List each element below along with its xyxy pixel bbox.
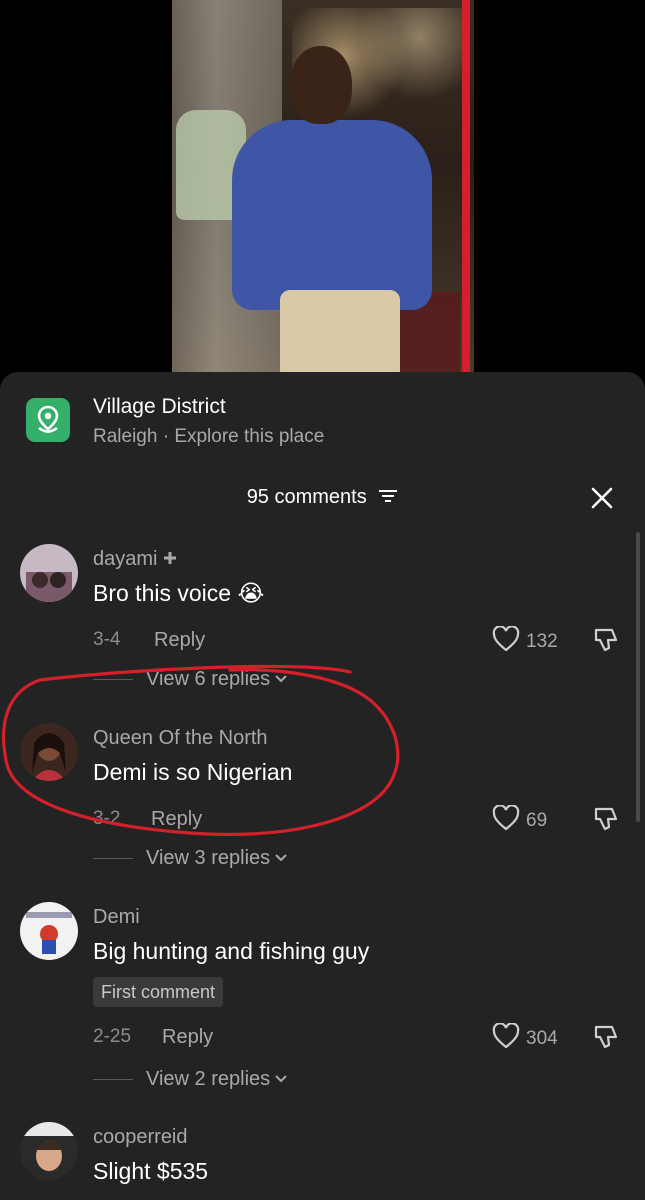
comment-username: cooperreid bbox=[93, 1126, 188, 1148]
chevron-down-icon bbox=[274, 850, 288, 868]
comment-username: Queen Of the North bbox=[93, 727, 268, 749]
reply-button[interactable]: Reply bbox=[151, 806, 202, 832]
like-button[interactable]: 132 bbox=[492, 625, 558, 657]
comment-username: Demi bbox=[93, 906, 140, 928]
view-replies-label: View 6 replies bbox=[146, 668, 271, 690]
video-person-head bbox=[290, 46, 352, 124]
filter-icon[interactable] bbox=[378, 483, 398, 513]
comment-username: dayami bbox=[93, 548, 158, 570]
view-replies-button[interactable]: View 3 replies bbox=[93, 847, 288, 870]
comment-text: Bro this voice 😭 bbox=[93, 580, 265, 606]
comment-date: 3-2 bbox=[93, 808, 121, 829]
comment-text: Demi is so Nigerian bbox=[93, 759, 293, 785]
dislike-icon[interactable] bbox=[592, 1023, 620, 1051]
heart-icon bbox=[492, 625, 520, 657]
avatar[interactable] bbox=[20, 544, 78, 602]
video-person-body bbox=[232, 120, 432, 310]
comment-date: 3-4 bbox=[93, 629, 121, 650]
like-button[interactable]: 69 bbox=[492, 804, 548, 836]
replies-divider bbox=[93, 1079, 133, 1080]
scrollbar[interactable] bbox=[636, 532, 640, 822]
comment-text: Slight $535 bbox=[93, 1158, 209, 1184]
view-replies-button[interactable]: View 6 replies bbox=[93, 668, 288, 691]
heart-icon bbox=[492, 1022, 520, 1054]
map-pin-icon bbox=[26, 398, 70, 442]
chevron-down-icon bbox=[274, 671, 288, 689]
place-subtitle: Raleigh · Explore this place bbox=[93, 426, 325, 447]
like-count: 304 bbox=[526, 1027, 558, 1049]
reply-button[interactable]: Reply bbox=[154, 627, 205, 653]
close-icon[interactable] bbox=[588, 484, 616, 512]
like-count: 132 bbox=[526, 630, 558, 652]
video-person-legs bbox=[280, 290, 400, 372]
view-replies-label: View 3 replies bbox=[146, 847, 271, 869]
reply-button[interactable]: Reply bbox=[162, 1024, 213, 1050]
place-name: Village District bbox=[93, 395, 226, 418]
comments-sheet: Village District Raleigh · Explore this … bbox=[0, 372, 645, 1200]
video-red-post bbox=[462, 0, 470, 372]
comments-count: 95 comments bbox=[246, 486, 367, 508]
dislike-icon[interactable] bbox=[592, 626, 620, 654]
like-button[interactable]: 304 bbox=[492, 1022, 558, 1054]
video-player[interactable] bbox=[172, 0, 474, 372]
view-replies-label: View 2 replies bbox=[146, 1068, 271, 1090]
comments-header[interactable]: 95 comments bbox=[0, 482, 645, 513]
avatar[interactable] bbox=[20, 902, 78, 960]
heart-icon bbox=[492, 804, 520, 836]
avatar[interactable] bbox=[20, 1122, 78, 1180]
place-card[interactable]: Village District Raleigh · Explore this … bbox=[26, 394, 324, 450]
first-comment-badge: First comment bbox=[93, 977, 224, 1007]
replies-divider bbox=[93, 858, 133, 859]
dislike-icon[interactable] bbox=[592, 805, 620, 833]
like-count: 69 bbox=[526, 809, 548, 831]
view-replies-button[interactable]: View 2 replies bbox=[93, 1068, 288, 1091]
chevron-down-icon bbox=[274, 1071, 288, 1089]
comment-date: 2-25 bbox=[93, 1026, 132, 1047]
comment-text: Big hunting and fishing guy bbox=[93, 938, 370, 964]
replies-divider bbox=[93, 679, 133, 680]
plus-icon bbox=[163, 546, 177, 572]
avatar[interactable] bbox=[20, 723, 78, 781]
